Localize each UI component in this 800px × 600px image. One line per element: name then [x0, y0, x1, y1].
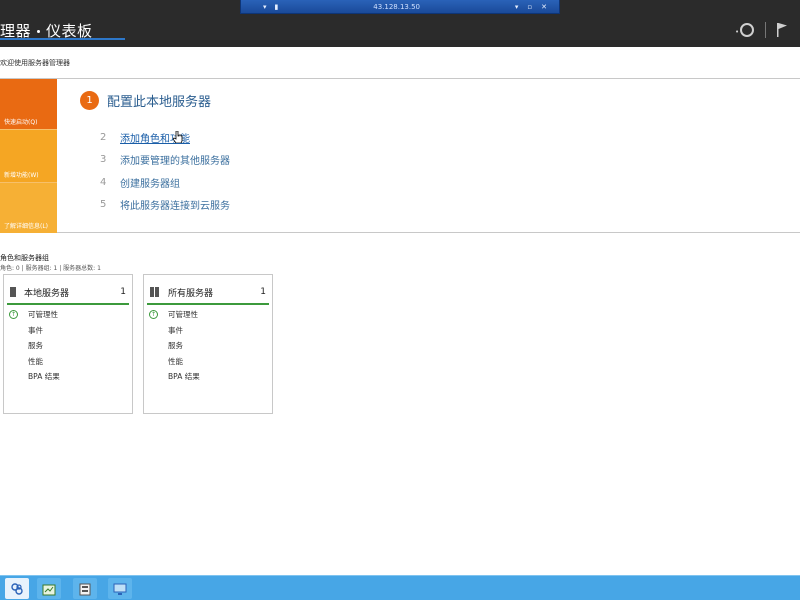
quick-start-steps: 2 添加角色和功能 3 添加要管理的其他服务器 4 创建服务器组 5 将此服务器连接到云…	[100, 126, 230, 216]
local-server-tile[interactable]: 本地服务器 1 ↑ 可管理性 事件 服务 性能 BPA 结果	[3, 274, 133, 414]
quick-start-content: 1 配置此本地服务器 2 添加角色和功能 3 添加要管理的其他服务器 4 创建服务器组…	[80, 91, 230, 216]
pin-icon[interactable]: ▾	[263, 3, 267, 11]
step-number: 5	[100, 199, 107, 211]
taskbar-tools-button[interactable]	[73, 578, 97, 599]
header-divider	[765, 22, 766, 38]
remote-connection-bar: ▾ ▮ 43.128.13.50 ▾ ▫ ✕	[240, 0, 560, 14]
tab-quick-start-label: 快速启动(Q)	[4, 119, 38, 126]
tile-title: 所有服务器	[168, 288, 214, 299]
check-icon: ↑	[9, 310, 18, 320]
tile-header[interactable]: 所有服务器 1	[150, 284, 266, 300]
tile-item-bpa[interactable]: BPA 结果	[9, 369, 60, 385]
minimize-remote-icon[interactable]: ▾	[515, 3, 519, 11]
tile-item-events[interactable]: 事件	[9, 323, 60, 339]
hand-cursor-icon	[173, 131, 183, 143]
tile-item-label: 事件	[28, 325, 43, 335]
tile-item-manageability[interactable]: ↑ 可管理性	[149, 307, 200, 323]
tile-item-manageability[interactable]: ↑ 可管理性	[9, 307, 60, 323]
roles-summary: 角色: 0 | 服务器组: 1 | 服务器总数: 1	[0, 265, 101, 272]
tile-item-performance[interactable]: 性能	[149, 354, 200, 370]
connect-cloud-link[interactable]: 将此服务器连接到云服务	[120, 197, 230, 212]
screen: 理器 仪表板 • ▾ ▮ 43.128.13.50 ▾ ▫ ✕ 欢迎使用服务器管理…	[0, 0, 800, 600]
tab-learn-more[interactable]: 了解详细信息(L)	[0, 182, 57, 233]
tools-icon	[79, 583, 91, 595]
server-icon	[10, 287, 16, 297]
add-servers-link[interactable]: 添加要管理的其他服务器	[120, 152, 230, 167]
step-number: 2	[100, 131, 107, 143]
tab-whats-new-label: 新增功能(W)	[4, 172, 39, 179]
start-button[interactable]	[5, 578, 29, 599]
tab-quick-start[interactable]: 快速启动(Q)	[0, 79, 57, 129]
tile-item-label: 事件	[168, 325, 183, 335]
close-remote-icon[interactable]: ✕	[541, 3, 547, 11]
status-bar	[7, 303, 129, 305]
welcome-title: 欢迎使用服务器管理器	[0, 59, 70, 67]
check-icon: ↑	[149, 310, 158, 320]
step-add-servers[interactable]: 3 添加要管理的其他服务器	[100, 149, 230, 172]
tile-title: 本地服务器	[24, 288, 70, 299]
tile-item-events[interactable]: 事件	[149, 323, 200, 339]
tile-item-list: ↑ 可管理性 事件 服务 性能 BPA 结果	[9, 307, 60, 385]
title-underline	[0, 38, 125, 40]
tile-item-label: 性能	[28, 356, 43, 366]
remote-ip: 43.128.13.50	[373, 2, 420, 11]
tile-count: 1	[260, 287, 266, 297]
tab-whats-new[interactable]: 新增功能(W)	[0, 129, 57, 182]
roles-section-title: 角色和服务器组	[0, 254, 49, 262]
all-servers-tile[interactable]: 所有服务器 1 ↑ 可管理性 事件 服务 性能 BPA 结果	[143, 274, 273, 414]
all-servers-icon	[150, 287, 160, 297]
step-connect-cloud[interactable]: 5 将此服务器连接到云服务	[100, 194, 230, 217]
step-number: 3	[100, 154, 107, 166]
tile-count: 1	[120, 287, 126, 297]
tile-item-label: 服务	[168, 341, 183, 351]
tile-item-label: BPA 结果	[168, 372, 200, 382]
quick-start-tabs: 快速启动(Q) 新增功能(W) 了解详细信息(L)	[0, 79, 57, 233]
tile-item-list: ↑ 可管理性 事件 服务 性能 BPA 结果	[149, 307, 200, 385]
create-server-group-link[interactable]: 创建服务器组	[120, 175, 180, 190]
tile-header[interactable]: 本地服务器 1	[10, 284, 126, 300]
tile-item-bpa[interactable]: BPA 结果	[149, 369, 200, 385]
step-create-group[interactable]: 4 创建服务器组	[100, 171, 230, 194]
taskbar-remote-button[interactable]	[108, 578, 132, 599]
tile-item-performance[interactable]: 性能	[9, 354, 60, 370]
tile-item-label: 可管理性	[28, 310, 58, 320]
tile-item-services[interactable]: 服务	[9, 338, 60, 354]
quick-start-panel: 快速启动(Q) 新增功能(W) 了解详细信息(L) 1 配置此本地服务器 2 添加…	[0, 78, 800, 233]
taskbar-server-manager-button[interactable]	[37, 578, 61, 599]
tile-item-label: 服务	[28, 341, 43, 351]
tile-item-label: BPA 结果	[28, 372, 60, 382]
step-number-badge: 1	[80, 91, 99, 110]
tab-learn-more-label: 了解详细信息(L)	[4, 223, 49, 230]
task-icon	[42, 584, 56, 595]
nav-dropdown-icon[interactable]: •	[735, 28, 739, 36]
taskbar	[0, 575, 800, 600]
configure-local-server-step[interactable]: 1 配置此本地服务器	[80, 91, 230, 110]
tile-item-services[interactable]: 服务	[149, 338, 200, 354]
tile-item-label: 可管理性	[168, 310, 198, 320]
configure-local-server-link[interactable]: 配置此本地服务器	[107, 91, 211, 110]
monitor-icon	[113, 583, 127, 595]
breadcrumb-separator	[37, 30, 41, 33]
flag-icon[interactable]	[777, 23, 787, 40]
step-add-roles[interactable]: 2 添加角色和功能	[100, 126, 230, 149]
refresh-icon[interactable]	[740, 23, 754, 37]
start-icon	[11, 582, 23, 595]
restore-remote-icon[interactable]: ▫	[527, 3, 532, 11]
status-bar	[147, 303, 269, 305]
step-number: 4	[100, 176, 107, 188]
tile-item-label: 性能	[168, 356, 183, 366]
